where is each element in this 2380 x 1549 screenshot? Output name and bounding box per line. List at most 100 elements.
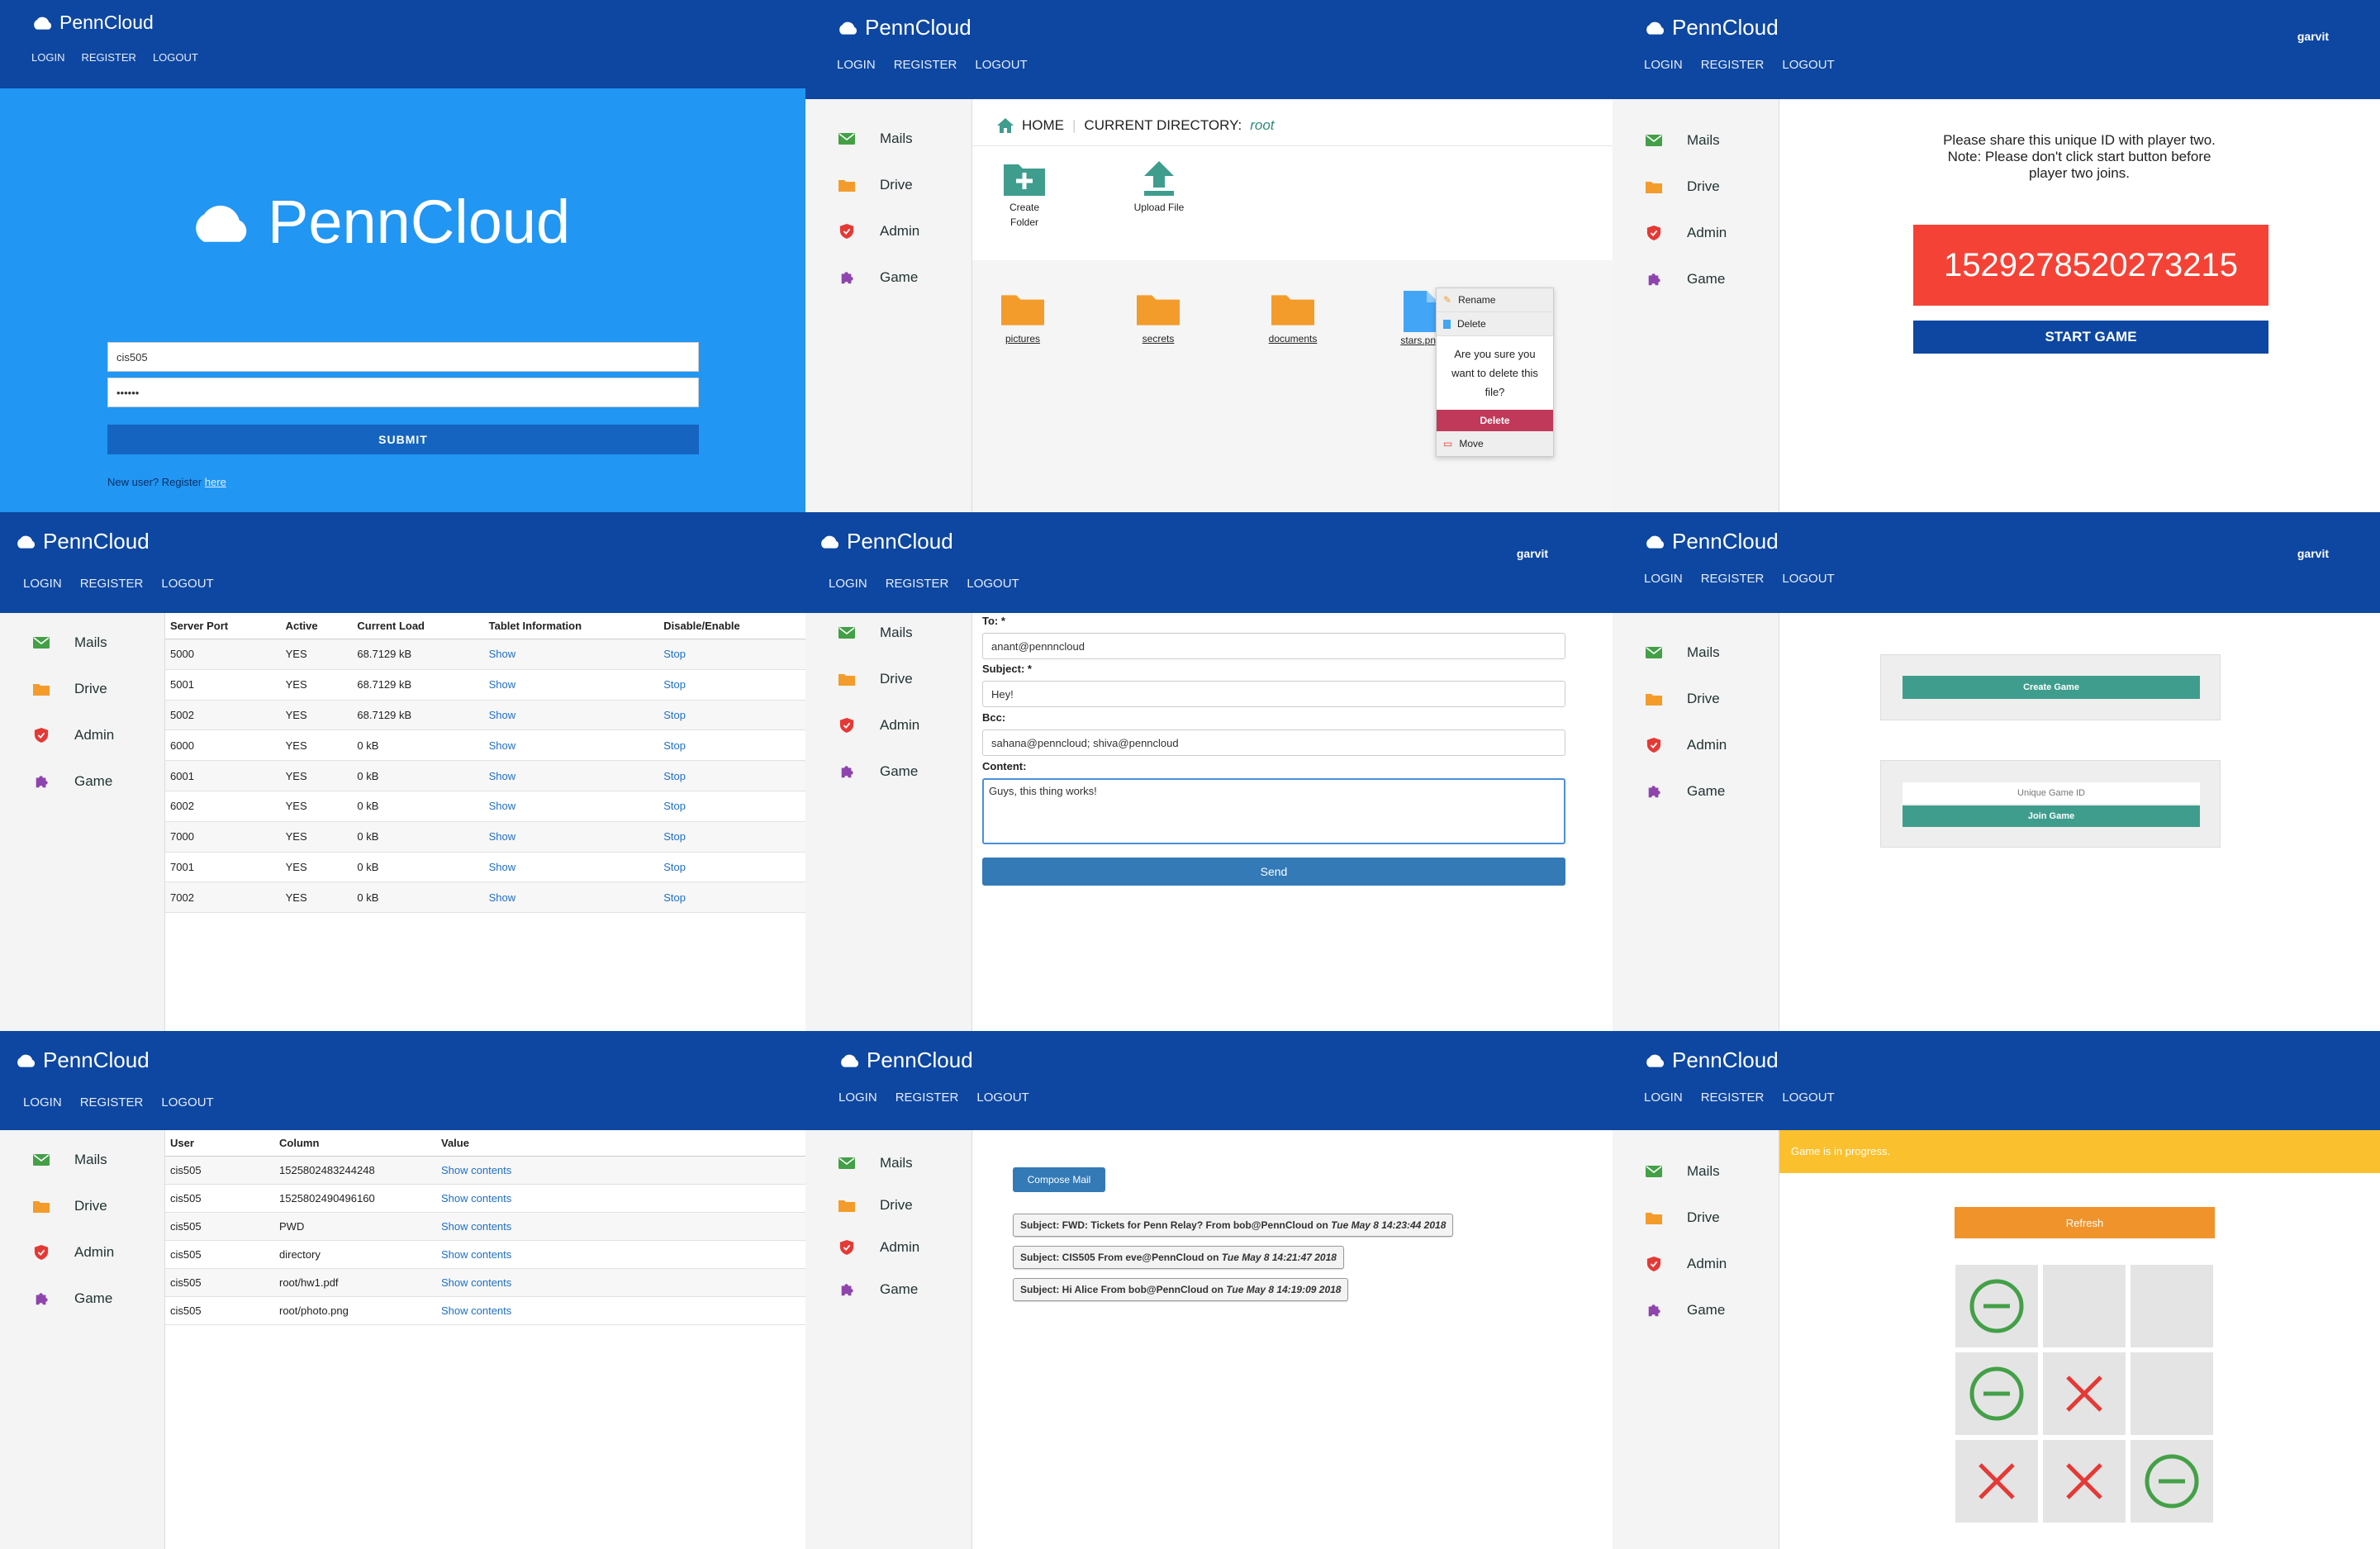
nav-login[interactable]: LOGIN [23, 577, 62, 591]
sidebar-item-drive[interactable]: Drive [33, 681, 107, 697]
sidebar-item-game[interactable]: Game [838, 763, 918, 780]
sidebar-item-mails[interactable]: Mails [33, 634, 107, 651]
stop-server-link[interactable]: Stop [658, 760, 805, 791]
brand[interactable]: PennCloud [1644, 529, 1779, 554]
board-cell[interactable] [1955, 1352, 2038, 1435]
nav-logout[interactable]: LOGOUT [976, 1090, 1028, 1105]
brand[interactable]: PennCloud [15, 1048, 150, 1073]
show-tablet-link[interactable]: Show [483, 852, 659, 883]
sidebar-item-game[interactable]: Game [838, 269, 918, 286]
nav-logout[interactable]: LOGOUT [153, 51, 198, 64]
board-cell[interactable] [1955, 1265, 2038, 1347]
sidebar-item-admin[interactable]: Admin [1646, 1256, 1727, 1272]
show-tablet-link[interactable]: Show [483, 821, 659, 853]
show-tablet-link[interactable]: Show [483, 881, 659, 914]
folder-name[interactable]: secrets [1133, 333, 1184, 344]
home-link[interactable]: HOME [1022, 117, 1064, 134]
board-cell[interactable] [1955, 1440, 2038, 1523]
show-tablet-link[interactable]: Show [483, 639, 659, 670]
stop-server-link[interactable]: Stop [658, 852, 805, 883]
sidebar-item-drive[interactable]: Drive [838, 177, 913, 193]
nav-register[interactable]: REGISTER [1701, 572, 1765, 586]
show-contents-link[interactable]: Show contents [436, 1240, 805, 1269]
nav-register[interactable]: REGISTER [81, 51, 135, 64]
to-input[interactable]: anant@pennncloud [982, 633, 1565, 659]
content-textarea[interactable]: Guys, this thing works! [982, 778, 1565, 844]
stop-server-link[interactable]: Stop [658, 881, 805, 914]
mail-item[interactable]: Subject: CIS505 From eve@PennCloud on Tu… [1013, 1246, 1344, 1269]
stop-server-link[interactable]: Stop [658, 821, 805, 853]
mail-item[interactable]: Subject: Hi Alice From bob@PennCloud on … [1013, 1278, 1349, 1301]
sidebar-item-game[interactable]: Game [1646, 271, 1725, 287]
nav-logout[interactable]: LOGOUT [161, 1095, 213, 1109]
stop-server-link[interactable]: Stop [658, 700, 805, 731]
show-contents-link[interactable]: Show contents [436, 1268, 805, 1297]
nav-login[interactable]: LOGIN [837, 58, 876, 72]
brand[interactable]: PennCloud [838, 1048, 973, 1073]
sidebar-item-admin[interactable]: Admin [838, 717, 919, 734]
menu-rename[interactable]: ✎ Rename [1437, 288, 1553, 312]
unique-game-id-input[interactable]: Unique Game ID [1903, 782, 2200, 804]
brand[interactable]: PennCloud [837, 15, 971, 40]
confirm-delete-button[interactable]: Delete [1437, 410, 1553, 431]
sidebar-item-mails[interactable]: Mails [33, 1152, 107, 1168]
sidebar-item-mails[interactable]: Mails [838, 1155, 913, 1171]
nav-register[interactable]: REGISTER [895, 1090, 959, 1105]
stop-server-link[interactable]: Stop [658, 639, 805, 670]
sidebar-item-mails[interactable]: Mails [1646, 1163, 1720, 1180]
folder-name[interactable]: documents [1260, 333, 1326, 344]
sidebar-item-admin[interactable]: Admin [1646, 225, 1727, 241]
sidebar-item-drive[interactable]: Drive [1646, 1209, 1720, 1226]
show-contents-link[interactable]: Show contents [436, 1156, 805, 1185]
sidebar-item-drive[interactable]: Drive [1646, 178, 1720, 195]
sidebar-item-admin[interactable]: Admin [33, 727, 114, 744]
create-folder-button[interactable]: Create Folder [997, 161, 1052, 230]
nav-logout[interactable]: LOGOUT [975, 58, 1027, 72]
sidebar-item-drive[interactable]: Drive [838, 1197, 913, 1214]
brand[interactable]: PennCloud [1644, 15, 1779, 40]
nav-register[interactable]: REGISTER [80, 1095, 144, 1109]
folder-item[interactable]: documents [1260, 291, 1326, 344]
nav-login[interactable]: LOGIN [1644, 58, 1683, 72]
sidebar-item-admin[interactable]: Admin [1646, 737, 1727, 753]
compose-mail-button[interactable]: Compose Mail [1013, 1167, 1105, 1192]
sidebar-item-admin[interactable]: Admin [33, 1244, 114, 1261]
stop-server-link[interactable]: Stop [658, 791, 805, 822]
menu-delete[interactable]: Delete [1437, 312, 1553, 336]
stop-server-link[interactable]: Stop [658, 729, 805, 762]
board-cell[interactable] [2131, 1352, 2213, 1435]
sidebar-item-mails[interactable]: Mails [1646, 132, 1720, 149]
show-tablet-link[interactable]: Show [483, 729, 659, 762]
upload-file-button[interactable]: Upload File [1132, 161, 1186, 215]
nav-login[interactable]: LOGIN [23, 1095, 62, 1109]
nav-register[interactable]: REGISTER [1701, 58, 1765, 72]
nav-login[interactable]: LOGIN [829, 577, 867, 591]
nav-login[interactable]: LOGIN [1644, 572, 1683, 586]
nav-logout[interactable]: LOGOUT [1782, 572, 1834, 586]
sidebar-item-mails[interactable]: Mails [1646, 644, 1720, 661]
sidebar-item-mails[interactable]: Mails [838, 131, 913, 147]
start-game-button[interactable]: START GAME [1913, 321, 2268, 354]
send-button[interactable]: Send [982, 858, 1565, 886]
menu-move[interactable]: ▭ Move [1437, 431, 1553, 456]
sidebar-item-game[interactable]: Game [1646, 1302, 1725, 1319]
nav-register[interactable]: REGISTER [886, 577, 949, 591]
show-tablet-link[interactable]: Show [483, 669, 659, 701]
username-input[interactable]: cis505 [107, 342, 699, 372]
mail-item[interactable]: Subject: FWD: Tickets for Penn Relay? Fr… [1013, 1214, 1454, 1237]
board-cell[interactable] [2043, 1440, 2126, 1523]
sidebar-item-drive[interactable]: Drive [1646, 691, 1720, 707]
sidebar-item-game[interactable]: Game [33, 1290, 112, 1307]
nav-logout[interactable]: LOGOUT [967, 577, 1019, 591]
sidebar-item-mails[interactable]: Mails [838, 625, 913, 641]
board-cell[interactable] [2043, 1352, 2126, 1435]
board-cell[interactable] [2043, 1265, 2126, 1347]
nav-register[interactable]: REGISTER [1701, 1090, 1765, 1105]
refresh-button[interactable]: Refresh [1955, 1207, 2215, 1238]
nav-register[interactable]: REGISTER [80, 577, 144, 591]
sidebar-item-admin[interactable]: Admin [838, 223, 919, 240]
brand[interactable]: PennCloud [15, 529, 150, 554]
show-tablet-link[interactable]: Show [483, 760, 659, 791]
nav-logout[interactable]: LOGOUT [1782, 1090, 1834, 1105]
password-input[interactable]: •••••• [107, 378, 699, 407]
